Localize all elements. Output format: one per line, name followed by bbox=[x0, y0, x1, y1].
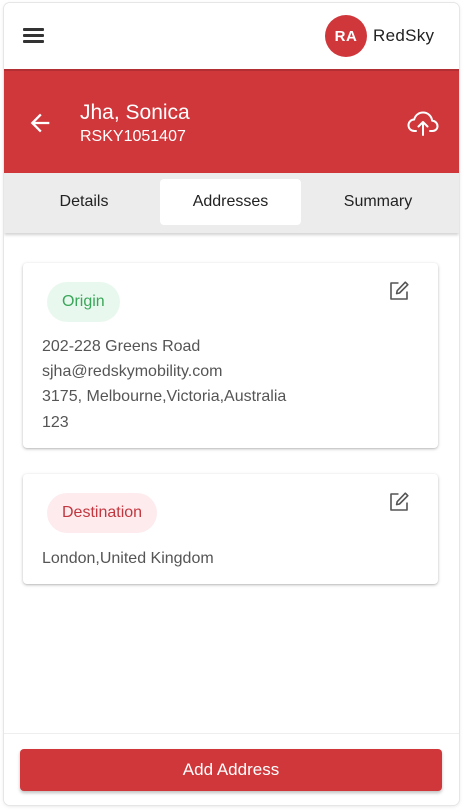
customer-reference: RSKY1051407 bbox=[80, 128, 186, 145]
destination-badge: Destination bbox=[47, 493, 158, 533]
tab-bar: Details Addresses Summary bbox=[4, 173, 459, 233]
edit-icon[interactable] bbox=[387, 279, 411, 303]
add-address-button[interactable]: Add Address bbox=[20, 749, 442, 791]
address-card-destination: Destination London,United Kingdom bbox=[23, 474, 438, 584]
avatar[interactable]: RA bbox=[325, 15, 367, 57]
tab-details[interactable]: Details bbox=[14, 179, 154, 225]
address-city-line: 3175, Melbourne,Victoria,Australia bbox=[42, 388, 287, 405]
brand-name: RedSky bbox=[373, 26, 435, 45]
edit-icon[interactable] bbox=[387, 490, 411, 514]
address-email: sjha@redskymobility.com bbox=[42, 363, 223, 380]
origin-badge: Origin bbox=[47, 282, 120, 322]
hamburger-menu-icon[interactable] bbox=[22, 25, 46, 45]
address-card-origin: Origin 202-228 Greens Road sjha@redskymo… bbox=[23, 263, 438, 448]
bottom-bar: Add Address bbox=[4, 733, 459, 805]
customer-name: Jha, Sonica bbox=[80, 101, 190, 124]
cloud-upload-icon[interactable] bbox=[406, 108, 440, 138]
tab-summary[interactable]: Summary bbox=[307, 179, 449, 225]
address-line: 202-228 Greens Road bbox=[42, 338, 201, 355]
arrow-left-icon[interactable] bbox=[26, 109, 54, 137]
top-bar: RA RedSky bbox=[4, 3, 459, 69]
tab-addresses[interactable]: Addresses bbox=[160, 179, 301, 225]
address-line: London,United Kingdom bbox=[42, 550, 214, 567]
app-frame: RA RedSky Jha, Sonica RSKY1051407 Detail… bbox=[4, 3, 459, 805]
customer-header: Jha, Sonica RSKY1051407 bbox=[4, 69, 459, 173]
address-extra-line: 123 bbox=[42, 414, 69, 431]
